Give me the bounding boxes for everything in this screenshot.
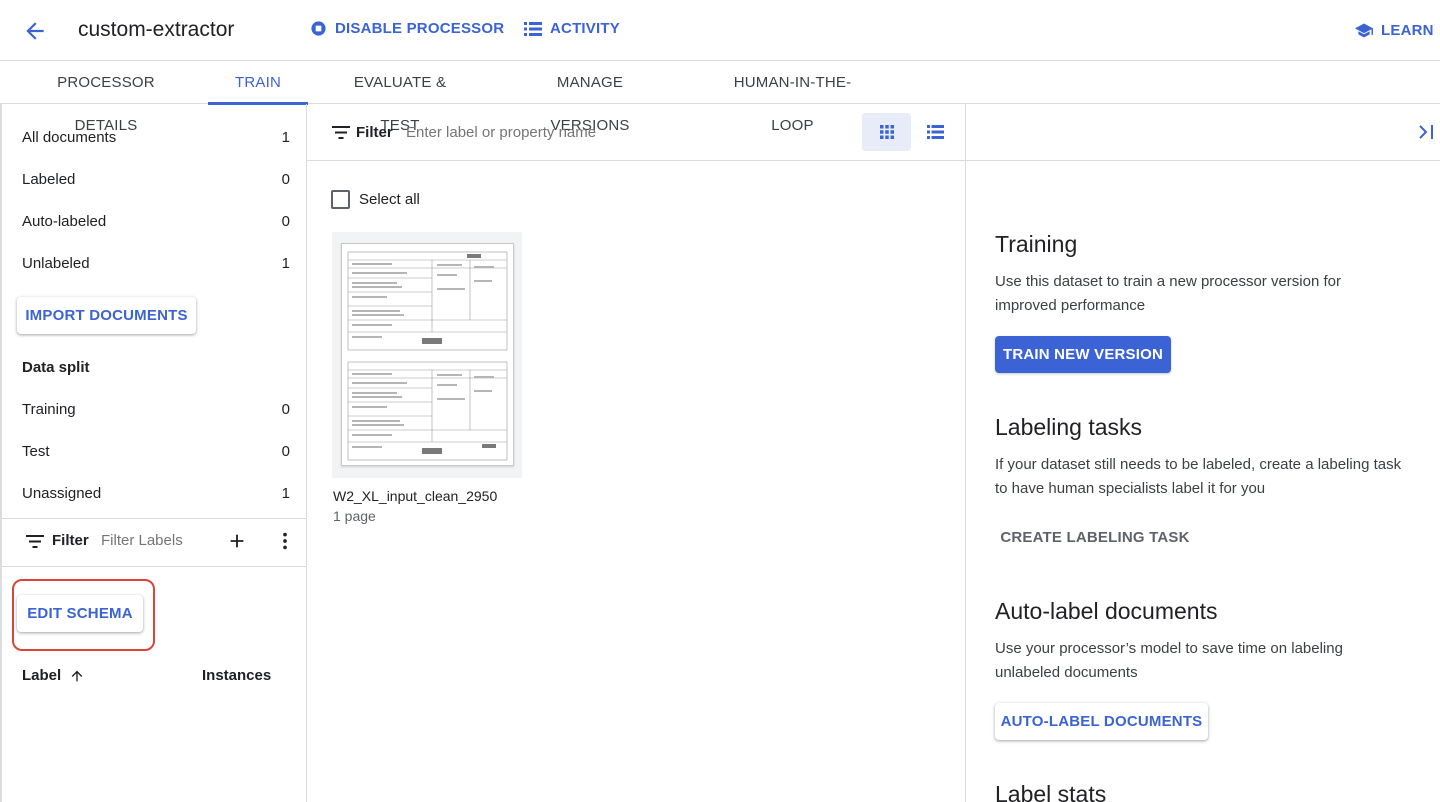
- disable-processor-button[interactable]: DISABLE PROCESSOR: [310, 20, 504, 37]
- auto-label-description: Use your processor’s model to save time …: [995, 640, 1343, 681]
- select-all-checkbox[interactable]: [331, 190, 350, 209]
- left-panel: All documents 1 Labeled 0 Auto-labeled 0…: [0, 104, 307, 802]
- data-split-title: Data split: [22, 359, 90, 376]
- train-new-version-button[interactable]: TRAIN NEW VERSION: [995, 336, 1171, 373]
- documents-toolbar: Filter: [307, 104, 965, 161]
- document-name[interactable]: W2_XL_input_clean_2950: [333, 488, 497, 504]
- stat-label: Auto-labeled: [22, 213, 107, 230]
- tab-human-in-the-loop[interactable]: HUMAN-IN-THE-LOOP: [715, 61, 870, 134]
- label-column-header[interactable]: Label: [22, 667, 85, 684]
- auto-label-title: Auto-label documents: [995, 598, 1218, 624]
- activity-button[interactable]: ACTIVITY: [524, 20, 620, 37]
- stat-count: 0: [281, 213, 290, 230]
- label-filter-bar: Filter: [2, 518, 307, 566]
- split-test[interactable]: Test 0: [22, 443, 290, 460]
- stat-count: 1: [281, 255, 290, 272]
- disable-processor-label: DISABLE PROCESSOR: [335, 20, 505, 37]
- tab-manage-versions[interactable]: MANAGE VERSIONS: [519, 61, 661, 134]
- training-side-panel: Training Use this dataset to train a new…: [966, 104, 1440, 802]
- side-panel-toolbar: [966, 104, 1440, 161]
- learn-button[interactable]: LEARN: [1355, 22, 1434, 39]
- instances-column-header[interactable]: Instances: [202, 667, 271, 684]
- filter-label: Filter: [356, 124, 393, 141]
- stat-all-documents[interactable]: All documents 1: [22, 129, 290, 146]
- labeling-tasks-title: Labeling tasks: [995, 414, 1143, 440]
- school-icon: [1355, 23, 1373, 37]
- list-icon: [524, 21, 542, 36]
- auto-label-documents-button[interactable]: AUTO-LABEL DOCUMENTS: [995, 703, 1208, 740]
- split-count: 0: [281, 443, 290, 460]
- document-page-preview: [341, 243, 514, 466]
- document-filter-input[interactable]: [406, 124, 826, 141]
- import-documents-button[interactable]: IMPORT DOCUMENTS: [17, 297, 196, 334]
- edit-schema-button[interactable]: EDIT SCHEMA: [17, 595, 143, 632]
- filter-label: Filter: [52, 532, 89, 549]
- stat-label: Labeled: [22, 171, 76, 188]
- split-count: 0: [281, 401, 290, 418]
- split-label: Unassigned: [22, 485, 102, 502]
- top-bar: custom-extractor DISABLE PROCESSOR ACTIV…: [0, 0, 1440, 61]
- split-label: Training: [22, 401, 76, 418]
- stat-unlabeled[interactable]: Unlabeled 1: [22, 255, 290, 272]
- tab-train[interactable]: TRAIN: [208, 61, 308, 105]
- tab-processor-details[interactable]: PROCESSOR DETAILS: [30, 61, 182, 134]
- collapse-panel-icon[interactable]: [1418, 124, 1436, 140]
- tab-bar: PROCESSOR DETAILS TRAIN EVALUATE & TEST …: [0, 61, 1440, 134]
- filter-icon: [332, 126, 350, 139]
- stat-label: All documents: [22, 129, 117, 146]
- stop-circle-icon: [311, 21, 326, 36]
- label-stats-title: Label stats: [995, 781, 1107, 802]
- list-view-button[interactable]: [915, 113, 955, 151]
- stat-count: 0: [281, 171, 290, 188]
- document-thumbnail[interactable]: [332, 232, 522, 478]
- split-training[interactable]: Training 0: [22, 401, 290, 418]
- activity-label: ACTIVITY: [550, 20, 620, 37]
- filter-labels-input[interactable]: [101, 532, 197, 549]
- stat-auto-labeled[interactable]: Auto-labeled 0: [22, 213, 290, 230]
- filter-icon: [26, 535, 44, 548]
- learn-label: LEARN: [1381, 22, 1434, 39]
- page-title: custom-extractor: [78, 18, 235, 41]
- list-icon: [926, 125, 944, 139]
- divider: [2, 566, 307, 567]
- training-description: Use this dataset to train a new processo…: [995, 273, 1341, 314]
- stat-count: 1: [281, 129, 290, 146]
- stat-label: Unlabeled: [22, 255, 90, 272]
- grid-view-button[interactable]: [862, 113, 911, 151]
- add-icon[interactable]: [226, 530, 248, 552]
- more-vert-icon[interactable]: [274, 530, 296, 552]
- training-title: Training: [995, 231, 1078, 257]
- back-arrow-icon[interactable]: [22, 18, 48, 44]
- split-label: Test: [22, 443, 50, 460]
- select-all-label: Select all: [359, 191, 420, 208]
- documents-panel: Filter Select all: [307, 104, 966, 802]
- split-count: 1: [281, 485, 290, 502]
- arrow-up-icon: [71, 670, 83, 681]
- create-labeling-task-button[interactable]: CREATE LABELING TASK: [995, 519, 1195, 555]
- label-column-text: Label: [22, 667, 62, 684]
- stat-labeled[interactable]: Labeled 0: [22, 171, 290, 188]
- form-preview-graphic: [347, 251, 508, 461]
- grid-icon: [879, 125, 894, 139]
- labeling-tasks-description: If your dataset still needs to be labele…: [995, 456, 1402, 497]
- document-page-count: 1 page: [333, 508, 376, 524]
- tab-evaluate-test[interactable]: EVALUATE & TEST: [336, 61, 464, 134]
- split-unassigned[interactable]: Unassigned 1: [22, 485, 290, 502]
